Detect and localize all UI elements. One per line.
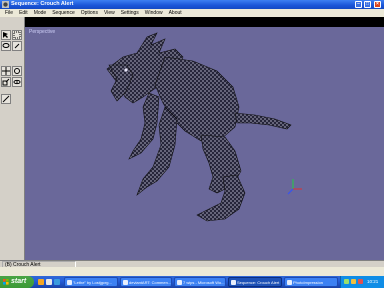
quicklaunch-browser-icon[interactable] (38, 279, 44, 285)
toolbox (0, 17, 25, 260)
start-button[interactable]: start (0, 276, 34, 288)
menu-edit[interactable]: Edit (16, 10, 31, 16)
windows-logo-icon (3, 279, 9, 285)
rotate-tool-button[interactable] (12, 66, 22, 76)
menu-view[interactable]: View (101, 10, 118, 16)
menu-file[interactable]: File (2, 10, 16, 16)
perspective-viewport[interactable]: Perspective (25, 27, 384, 260)
task-label: 7 wips - Microsoft Wo... (183, 280, 225, 285)
window-title: Sequence: Crouch Alert (11, 1, 74, 7)
maximize-button[interactable]: □ (364, 1, 371, 8)
taskbar-task-active[interactable]: Sequence: Crouch Alert (228, 277, 282, 287)
taskbar-task[interactable]: PhotoImpression (284, 277, 338, 287)
arrow-icon (3, 32, 8, 38)
task-window-icon (67, 280, 72, 285)
werewolf-wireframe-model (106, 32, 302, 222)
bone-icon (2, 95, 10, 103)
marquee-icon (13, 31, 21, 39)
menu-window[interactable]: Window (142, 10, 166, 16)
task-label: PhotoImpression (293, 280, 324, 285)
task-window-icon (287, 280, 292, 285)
paint-tool-button[interactable] (12, 41, 22, 51)
tray-security-icon[interactable] (358, 279, 363, 284)
menu-about[interactable]: About (166, 10, 185, 16)
menu-mode[interactable]: Mode (31, 10, 50, 16)
model-eye (124, 68, 128, 72)
clock[interactable]: 10:21 PM (367, 279, 378, 288)
taskbar-task[interactable]: "Lethe" by Lostjgcrg... (64, 277, 118, 287)
task-label: Sequence: Crouch Alert (237, 280, 280, 285)
menu-options[interactable]: Options (78, 10, 101, 16)
axis-gizmo-icon (287, 179, 302, 195)
system-tray: 10:21 PM (340, 276, 384, 288)
rotate-icon (14, 68, 20, 74)
title-bar: Sequence: Crouch Alert – □ × (0, 0, 384, 9)
quicklaunch-media-icon[interactable] (54, 279, 60, 285)
select-tool-button[interactable] (1, 30, 11, 40)
tray-volume-icon[interactable] (351, 279, 356, 284)
scale-icon (2, 78, 10, 86)
task-window-icon (231, 280, 236, 285)
lasso-tool-button[interactable] (1, 41, 11, 51)
minimize-button[interactable]: – (355, 1, 362, 8)
task-window-icon (177, 280, 182, 285)
eye-icon (13, 79, 21, 85)
workspace-bottom-panel (0, 267, 384, 276)
tray-network-icon[interactable] (344, 279, 349, 284)
hide-tool-button[interactable] (12, 77, 22, 87)
menu-sequence[interactable]: Sequence (49, 10, 78, 16)
menu-settings[interactable]: Settings (118, 10, 142, 16)
brush-icon (14, 43, 20, 49)
taskbar-task[interactable]: deviantART: Commen... (120, 277, 172, 287)
scale-tool-button[interactable] (1, 77, 11, 87)
move-icon (2, 67, 10, 75)
taskbar: start "Lethe" by Lostjgcrg... deviantART… (0, 276, 384, 288)
status-bar: (B) Crouch Alert (0, 260, 384, 269)
close-button[interactable]: × (374, 1, 381, 8)
taskbar-task[interactable]: 7 wips - Microsoft Wo... (174, 277, 226, 287)
task-window-icon (123, 280, 128, 285)
task-label: "Lethe" by Lostjgcrg... (73, 280, 112, 285)
select-box-tool-button[interactable] (12, 30, 22, 40)
lasso-icon (2, 43, 10, 48)
move-tool-button[interactable] (1, 66, 11, 76)
quicklaunch-desktop-icon[interactable] (46, 279, 52, 285)
start-label: start (11, 278, 27, 285)
task-label: deviantART: Commen... (129, 280, 172, 285)
bone-tool-button[interactable] (1, 94, 11, 104)
app-icon (2, 1, 9, 8)
menu-bar: File Edit Mode Sequence Options View Set… (0, 9, 384, 17)
